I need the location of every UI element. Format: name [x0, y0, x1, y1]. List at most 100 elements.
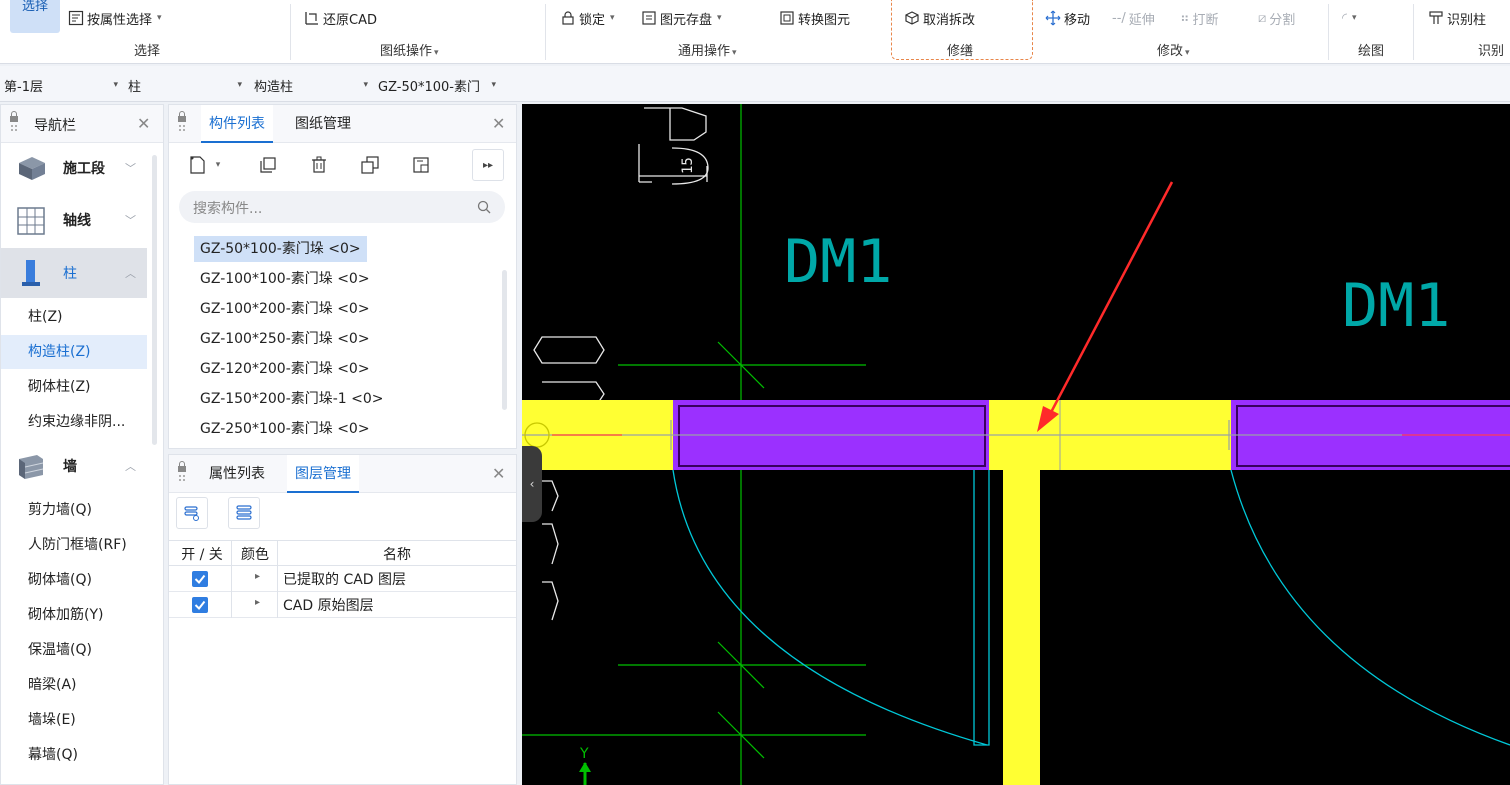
cancel-split-button[interactable]: 取消拆改 — [904, 6, 975, 30]
table-row[interactable]: ▸ CAD 原始图层 — [169, 592, 516, 618]
lock-button[interactable]: 锁定 ▾ — [560, 6, 615, 30]
split-icon: ⧄ — [1258, 10, 1267, 26]
drawing-ops-group-label[interactable]: 图纸操作 ▾ — [380, 40, 439, 59]
nav-category-column[interactable]: 柱 ︿ — [1, 248, 147, 298]
layer-show-button[interactable] — [176, 497, 208, 529]
chevron-down-icon: ▾ — [491, 80, 496, 90]
extend-button[interactable]: --/延伸 — [1112, 6, 1155, 30]
axis-y-label: Y — [579, 746, 589, 762]
drawing-canvas[interactable]: 15 DM1 DM1 Y ‹ — [522, 104, 1510, 785]
nav-item-constructional-column[interactable]: 构造柱(Z) — [1, 335, 147, 369]
search-icon[interactable] — [477, 200, 491, 214]
draw-arc-button[interactable]: ◜ ▾ — [1342, 6, 1357, 30]
list-filter-icon — [68, 10, 84, 26]
import-component-button[interactable] — [405, 149, 437, 181]
nav-category-wall[interactable]: 墙 ︿ — [1, 441, 147, 491]
split-button[interactable]: ⧄ 分割 — [1258, 6, 1295, 30]
component-select[interactable]: GZ-50*100-素门 ▾ — [378, 74, 500, 96]
chevron-down-icon: ▾ — [363, 80, 368, 90]
pin-icon[interactable] — [177, 111, 187, 135]
nav-category-axis[interactable]: 轴线 ﹀ — [1, 195, 147, 245]
chevron-down-icon: ▾ — [237, 80, 242, 90]
floor-select[interactable]: 第-1层 ▾ — [4, 74, 122, 96]
layer-panel-header: 属性列表 图层管理 ✕ — [169, 455, 516, 493]
nav-category-construction-stage[interactable]: 施工段 ﹀ — [1, 143, 147, 193]
tab-component-list[interactable]: 构件列表 — [201, 105, 273, 143]
component-search-input[interactable]: 搜索构件... — [179, 191, 505, 223]
delete-component-button[interactable] — [303, 149, 335, 181]
move-button[interactable]: 移动 — [1045, 6, 1090, 30]
component-list-item[interactable]: GZ-50*100-素门垛 <0> — [194, 236, 367, 262]
layer-list-button[interactable] — [228, 497, 260, 529]
component-list-item[interactable]: GZ-100*100-素门垛 <0> — [194, 266, 376, 292]
layer-table-header: 开 / 关 颜色 名称 — [169, 540, 516, 567]
select-group-label: 选择 — [134, 44, 161, 59]
nav-item-wall-pier[interactable]: 墙垛(E) — [1, 703, 147, 737]
column-element[interactable] — [1003, 470, 1040, 785]
modify-group-label[interactable]: 修改 ▾ — [1157, 40, 1190, 59]
layer-toggle-checkbox[interactable] — [192, 571, 208, 587]
import-icon — [413, 157, 429, 173]
component-list-item[interactable]: GZ-150*200-素门垛-1 <0> — [194, 386, 390, 412]
panel-collapse-handle[interactable]: ‹ — [522, 446, 542, 522]
more-tools-button[interactable]: ▸▸ — [472, 149, 504, 181]
common-ops-group-label[interactable]: 通用操作 ▾ — [678, 40, 737, 59]
component-list-item[interactable]: GZ-120*200-素门垛 <0> — [194, 356, 376, 382]
scrollbar[interactable] — [152, 155, 157, 445]
component-list-item[interactable]: GZ-100*250-素门垛 <0> — [194, 326, 376, 352]
nav-item-masonry-column[interactable]: 砌体柱(Z) — [1, 370, 147, 404]
table-row[interactable]: ▸ 已提取的 CAD 图层 — [169, 566, 516, 592]
nav-item-masonry-wall[interactable]: 砌体墙(Q) — [1, 563, 147, 597]
pin-icon[interactable] — [9, 111, 19, 135]
nav-item-civil-defense-wall[interactable]: 人防门框墙(RF) — [1, 528, 147, 562]
copy-icon — [260, 157, 276, 173]
component-list-item[interactable]: GZ-250*100-素门垛 <0> — [194, 416, 376, 442]
column-header-toggle: 开 / 关 — [181, 547, 223, 563]
nav-item-constraint-edge[interactable]: 约束边缘非阴... — [1, 405, 147, 439]
element-store-button[interactable]: 图元存盘 ▾ — [641, 6, 722, 30]
nav-item-insulation-wall[interactable]: 保温墙(Q) — [1, 633, 147, 667]
tab-property-list[interactable]: 属性列表 — [201, 455, 273, 493]
wall-icon — [19, 455, 44, 479]
restore-cad-button[interactable]: 还原CAD — [304, 6, 377, 30]
category-select[interactable]: 柱 ▾ — [128, 74, 246, 96]
tab-layer-management[interactable]: 图层管理 — [287, 455, 359, 493]
new-file-icon — [190, 156, 205, 174]
pin-icon[interactable] — [177, 461, 187, 485]
trash-icon — [312, 156, 326, 173]
filter-bar: 第-1层 ▾ 柱 ▾ 构造柱 ▾ GZ-50*100-素门 ▾ — [0, 66, 1510, 102]
navigation-panel-header: 导航栏 ✕ — [1, 105, 163, 143]
duplicate-component-button[interactable] — [354, 149, 386, 181]
nav-item-hidden-beam[interactable]: 暗梁(A) — [1, 668, 147, 702]
expand-arrow-icon[interactable]: ▸ — [255, 571, 260, 582]
close-icon[interactable]: ✕ — [492, 114, 505, 133]
restore-icon — [305, 12, 318, 25]
nav-item-masonry-reinforcement[interactable]: 砌体加筋(Y) — [1, 598, 147, 632]
break-button[interactable]: ⠶ 打断 — [1180, 6, 1219, 30]
layer-name: 已提取的 CAD 图层 — [283, 572, 407, 588]
scrollbar[interactable] — [502, 270, 507, 410]
close-icon[interactable]: ✕ — [137, 114, 150, 133]
nav-item-curtain-wall[interactable]: 幕墙(Q) — [1, 738, 147, 772]
door-swing-arc — [1230, 469, 1510, 746]
nav-item-shear-wall[interactable]: 剪力墙(Q) — [1, 493, 147, 527]
expand-arrow-icon[interactable]: ▸ — [255, 597, 260, 608]
draw-group-label: 绘图 — [1358, 44, 1385, 59]
chevron-down-icon: ﹀ — [125, 162, 136, 175]
divider — [1328, 4, 1329, 60]
select-by-attribute-button[interactable]: 按属性选择 ▾ — [68, 6, 162, 30]
tab-drawing-management[interactable]: 图纸管理 — [287, 105, 359, 143]
chevron-down-icon: ▾ — [157, 13, 162, 23]
layer-toggle-checkbox[interactable] — [192, 597, 208, 613]
nav-item-column[interactable]: 柱(Z) — [1, 300, 147, 334]
navigation-title: 导航栏 — [34, 118, 76, 134]
new-component-button[interactable]: ▾ — [182, 149, 226, 181]
close-icon[interactable]: ✕ — [492, 464, 505, 483]
convert-element-button[interactable]: 转换图元 — [779, 6, 850, 30]
cad-drawing[interactable]: 15 DM1 DM1 Y — [522, 104, 1510, 785]
type-select[interactable]: 构造柱 ▾ — [254, 74, 372, 96]
identify-column-button[interactable]: 识别柱 — [1428, 6, 1486, 30]
copy-component-button[interactable] — [252, 149, 284, 181]
component-list-item[interactable]: GZ-100*200-素门垛 <0> — [194, 296, 376, 322]
select-button[interactable]: 选择 — [10, 0, 60, 33]
